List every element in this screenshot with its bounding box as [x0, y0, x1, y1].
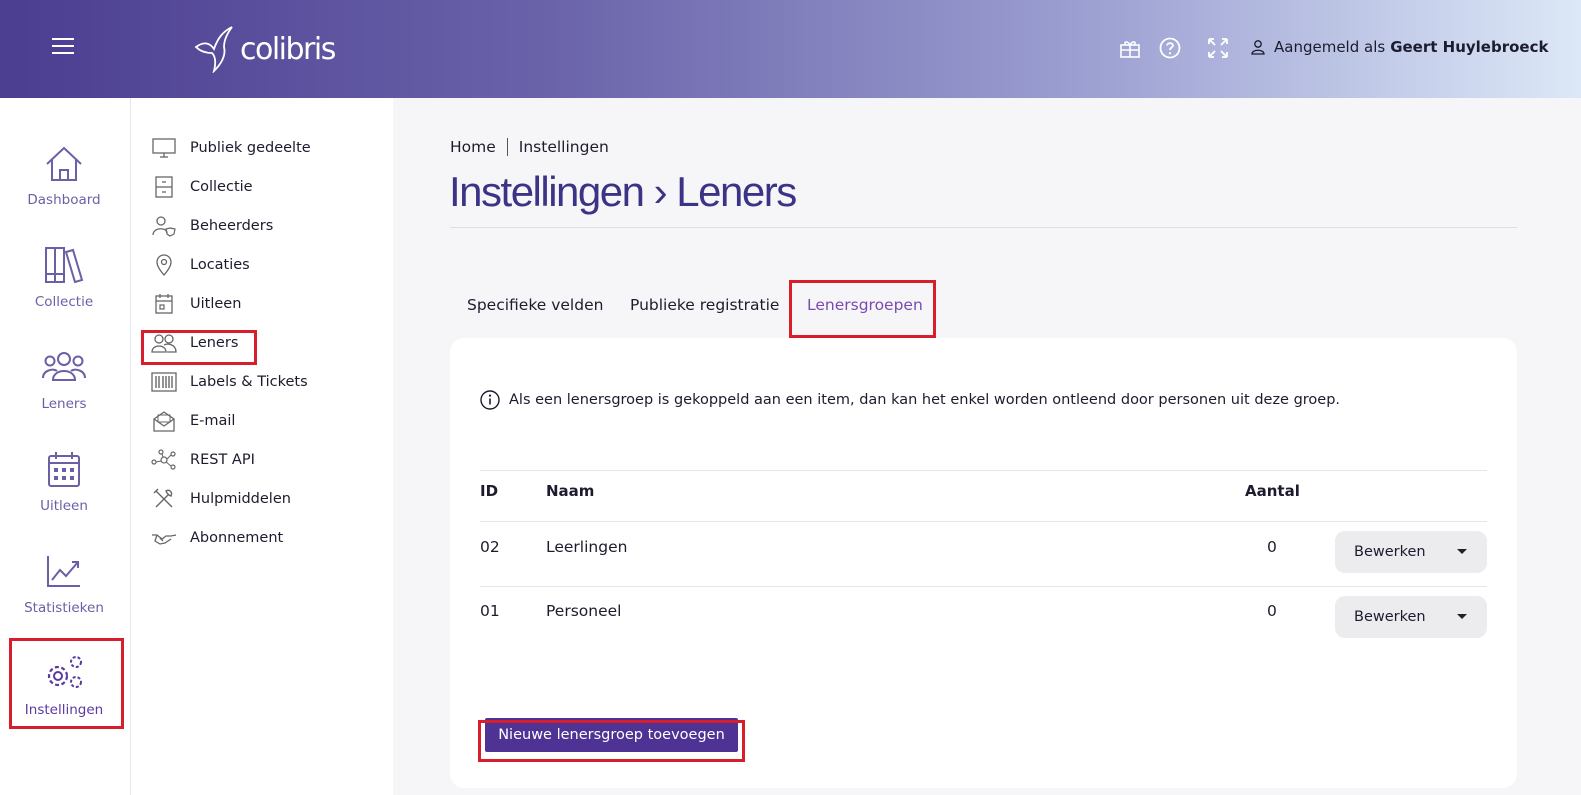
- nav-label: Uitleen: [40, 498, 88, 514]
- cabinet-icon: [155, 176, 173, 198]
- row-count: 0: [1267, 602, 1277, 620]
- mail-icon: [153, 411, 175, 432]
- submenu-locaties[interactable]: Locaties: [151, 250, 250, 280]
- tab-specifieke-velden[interactable]: Specifieke velden: [467, 296, 603, 314]
- user-name: Geert Huylebroeck: [1390, 38, 1549, 56]
- submenu-hulpmiddelen[interactable]: Hulpmiddelen: [151, 484, 291, 514]
- breadcrumb: Home Instellingen: [450, 138, 609, 156]
- row-name: Leerlingen: [546, 538, 628, 556]
- edit-label: Bewerken: [1354, 544, 1426, 560]
- submenu-label: Collectie: [190, 179, 253, 195]
- home-icon: [46, 146, 82, 181]
- calendar-icon: [155, 294, 173, 314]
- network-icon: [151, 449, 176, 470]
- submenu-label: Locaties: [190, 257, 250, 273]
- chart-icon: [47, 556, 80, 587]
- breadcrumb-home[interactable]: Home: [450, 138, 496, 156]
- submenu-label: Uitleen: [190, 296, 242, 312]
- submenu-rest-api[interactable]: REST API: [151, 445, 255, 475]
- add-lenersgroep-button[interactable]: Nieuwe lenersgroep toevoegen: [485, 718, 738, 752]
- column-header-aantal[interactable]: Aantal: [1245, 482, 1300, 500]
- nav-label: Collectie: [34, 294, 94, 310]
- books-icon: [45, 247, 84, 284]
- submenu-email[interactable]: E-mail: [151, 406, 235, 436]
- submenu-label: Beheerders: [190, 218, 274, 234]
- nav-collectie[interactable]: Collectie: [0, 244, 128, 334]
- nav-instellingen[interactable]: Instellingen: [0, 652, 128, 742]
- user-icon: [1251, 40, 1265, 55]
- fullscreen-icon[interactable]: [1206, 36, 1230, 60]
- table-top-line: [480, 470, 1487, 471]
- gears-icon: [47, 656, 82, 688]
- monitor-icon: [152, 138, 176, 158]
- edit-label: Bewerken: [1354, 609, 1426, 625]
- barcode-icon: [151, 372, 177, 392]
- nav-uitleen[interactable]: Uitleen: [0, 448, 128, 538]
- nav-label: Statistieken: [24, 600, 104, 616]
- user-prefix: Aangemeld als: [1274, 38, 1386, 56]
- submenu-label: Abonnement: [190, 530, 284, 546]
- gift-icon[interactable]: [1118, 36, 1142, 60]
- submenu-leners[interactable]: Leners: [151, 328, 238, 358]
- nav-dashboard[interactable]: Dashboard: [0, 142, 128, 232]
- info-text: Als een lenersgroep is gekoppeld aan een…: [509, 392, 1341, 408]
- nav-leners[interactable]: Leners: [0, 346, 128, 436]
- tools-icon: [153, 488, 173, 508]
- title-divider: [450, 227, 1517, 228]
- row-name: Personeel: [546, 602, 622, 620]
- logo[interactable]: colibris: [194, 24, 336, 74]
- breadcrumb-current[interactable]: Instellingen: [519, 138, 609, 156]
- admin-icon: [152, 216, 176, 237]
- column-header-id[interactable]: ID: [480, 482, 498, 500]
- submenu-beheerders[interactable]: Beheerders: [151, 211, 273, 241]
- edit-dropdown-button[interactable]: Bewerken: [1335, 531, 1487, 573]
- pin-icon: [156, 254, 172, 276]
- top-bar: colibris Aangemeld als Geert Huylebroeck: [0, 0, 1581, 98]
- hummingbird-logo-icon: [194, 26, 233, 73]
- nav-label: Instellingen: [24, 702, 104, 718]
- nav-label: Leners: [41, 396, 87, 412]
- row-id: 02: [480, 538, 500, 556]
- handshake-icon: [152, 534, 177, 545]
- tab-lenersgroepen[interactable]: Lenersgroepen: [807, 296, 923, 314]
- edit-dropdown-button[interactable]: Bewerken: [1335, 596, 1487, 638]
- menu-icon[interactable]: [52, 38, 74, 56]
- submenu-label: Publiek gedeelte: [190, 140, 311, 156]
- row-id: 01: [480, 602, 500, 620]
- submenu-label: Leners: [190, 335, 239, 351]
- submenu-label: Hulpmiddelen: [190, 491, 291, 507]
- submenu-uitleen[interactable]: Uitleen: [151, 289, 241, 319]
- caret-down-icon: [1457, 614, 1467, 619]
- people-icon: [42, 352, 86, 381]
- breadcrumb-separator: [506, 138, 508, 156]
- logo-text: colibris: [240, 31, 336, 67]
- table-header-line: [480, 521, 1487, 522]
- primary-nav: Dashboard Collectie Leners Uitleen Stati…: [0, 98, 131, 795]
- submenu-publiek-gedeelte[interactable]: Publiek gedeelte: [151, 133, 311, 163]
- column-header-naam[interactable]: Naam: [546, 482, 594, 500]
- submenu-labels-tickets[interactable]: Labels & Tickets: [151, 367, 308, 397]
- submenu-label: Labels & Tickets: [190, 374, 308, 390]
- submenu-label: E-mail: [190, 413, 236, 429]
- row-divider: [480, 586, 1487, 587]
- help-icon[interactable]: [1158, 36, 1182, 60]
- nav-label: Dashboard: [27, 192, 101, 208]
- submenu-label: REST API: [190, 452, 255, 468]
- row-count: 0: [1267, 538, 1277, 556]
- lenersgroepen-card: Als een lenersgroep is gekoppeld aan een…: [450, 338, 1517, 788]
- user-info[interactable]: Aangemeld als Geert Huylebroeck: [1250, 38, 1548, 56]
- calendar-icon: [48, 452, 80, 487]
- submenu-collectie[interactable]: Collectie: [151, 172, 253, 202]
- caret-down-icon: [1457, 549, 1467, 554]
- page-title: Instellingen › Leners: [449, 168, 797, 215]
- nav-statistieken[interactable]: Statistieken: [0, 550, 128, 640]
- settings-submenu: Publiek gedeelte Collectie Beheerders Lo…: [131, 98, 393, 795]
- tab-publieke-registratie[interactable]: Publieke registratie: [630, 296, 779, 314]
- submenu-abonnement[interactable]: Abonnement: [151, 523, 283, 553]
- info-icon: [480, 390, 500, 410]
- people-icon: [151, 334, 177, 353]
- info-message: Als een lenersgroep is gekoppeld aan een…: [480, 390, 1340, 410]
